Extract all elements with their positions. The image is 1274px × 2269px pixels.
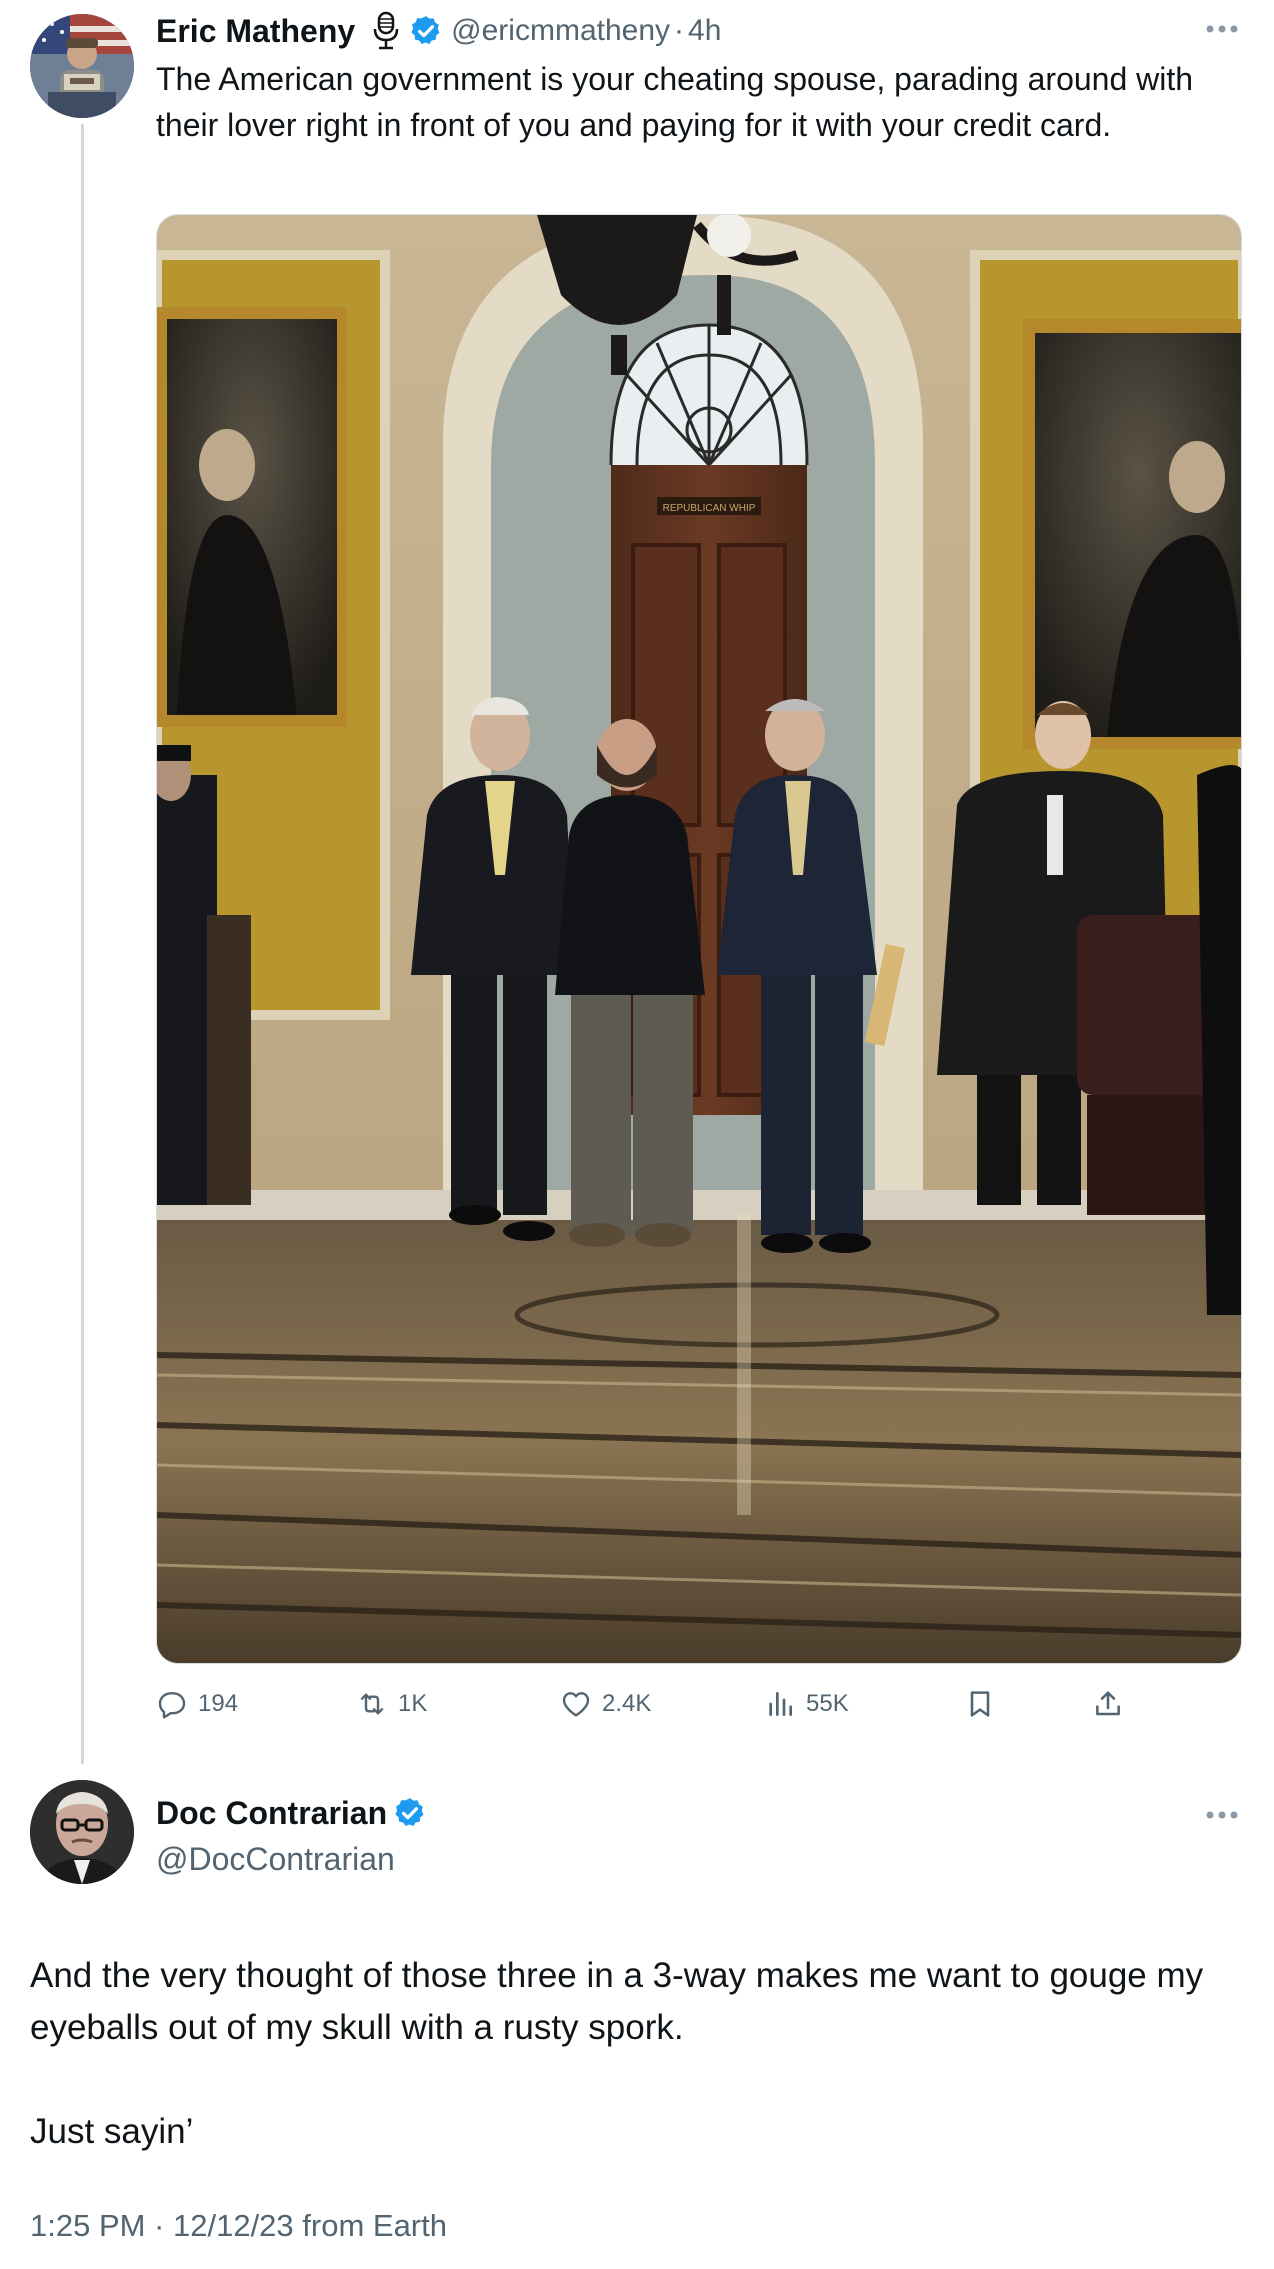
repost-button[interactable]: 1K bbox=[356, 1682, 427, 1726]
tweet-action-bar: 194 1K 2.4K 55K bbox=[156, 1682, 1156, 1726]
like-count: 2.4K bbox=[602, 1690, 652, 1717]
author-handle[interactable]: @ericmmatheny bbox=[451, 14, 670, 48]
tweet-timestamp-footer[interactable]: 1:25 PM · 12/12/23 from Earth bbox=[30, 2204, 447, 2248]
views-icon bbox=[769, 1692, 792, 1716]
thread-connector-line bbox=[81, 124, 84, 1764]
bookmark-button[interactable] bbox=[964, 1682, 1006, 1726]
tweet-text-paragraph-2: Just sayin’ bbox=[30, 2112, 194, 2151]
views-button[interactable]: 55K bbox=[764, 1682, 849, 1726]
author-name[interactable]: Doc Contrarian bbox=[156, 1795, 387, 1832]
tweet-photo[interactable]: REPUBLICAN WHIP bbox=[156, 214, 1242, 1664]
tweet-header-doc-contrarian: Doc Contrarian bbox=[156, 1790, 435, 1836]
more-icon[interactable] bbox=[1204, 22, 1240, 34]
door-sign-text: REPUBLICAN WHIP bbox=[663, 503, 756, 514]
heart-icon bbox=[562, 1692, 590, 1717]
like-button[interactable]: 2.4K bbox=[560, 1682, 651, 1726]
share-button[interactable] bbox=[1092, 1682, 1134, 1726]
avatar-doc-contrarian[interactable] bbox=[30, 1780, 134, 1884]
bookmark-icon bbox=[970, 1691, 990, 1717]
tweet-timestamp[interactable]: 4h bbox=[688, 14, 721, 48]
tweet-eric-matheny[interactable]: Eric Matheny @ericmmatheny · 4h The Amer… bbox=[0, 0, 1274, 1764]
tweet-text: And the very thought of those three in a… bbox=[30, 1950, 1230, 2158]
microphone-icon bbox=[369, 11, 403, 51]
tweet-text-paragraph-1: And the very thought of those three in a… bbox=[30, 1956, 1204, 2047]
tweet-text: The American government is your cheating… bbox=[156, 61, 1194, 143]
views-count: 55K bbox=[806, 1690, 849, 1717]
verified-badge-icon bbox=[393, 1796, 427, 1830]
author-handle[interactable]: @DocContrarian bbox=[156, 1836, 395, 1882]
reply-icon bbox=[158, 1692, 186, 1719]
author-name[interactable]: Eric Matheny bbox=[156, 13, 355, 50]
reply-count: 194 bbox=[198, 1690, 239, 1717]
verified-badge-icon bbox=[409, 14, 443, 48]
separator-dot: · bbox=[674, 14, 685, 47]
more-icon[interactable] bbox=[1204, 1808, 1240, 1820]
avatar-eric-matheny[interactable] bbox=[30, 14, 134, 118]
tweet-header: Eric Matheny @ericmmatheny · 4h bbox=[156, 6, 721, 56]
reply-button[interactable]: 194 bbox=[156, 1682, 238, 1726]
share-icon bbox=[1096, 1691, 1120, 1716]
repost-icon bbox=[360, 1693, 384, 1715]
repost-count: 1K bbox=[398, 1690, 428, 1717]
